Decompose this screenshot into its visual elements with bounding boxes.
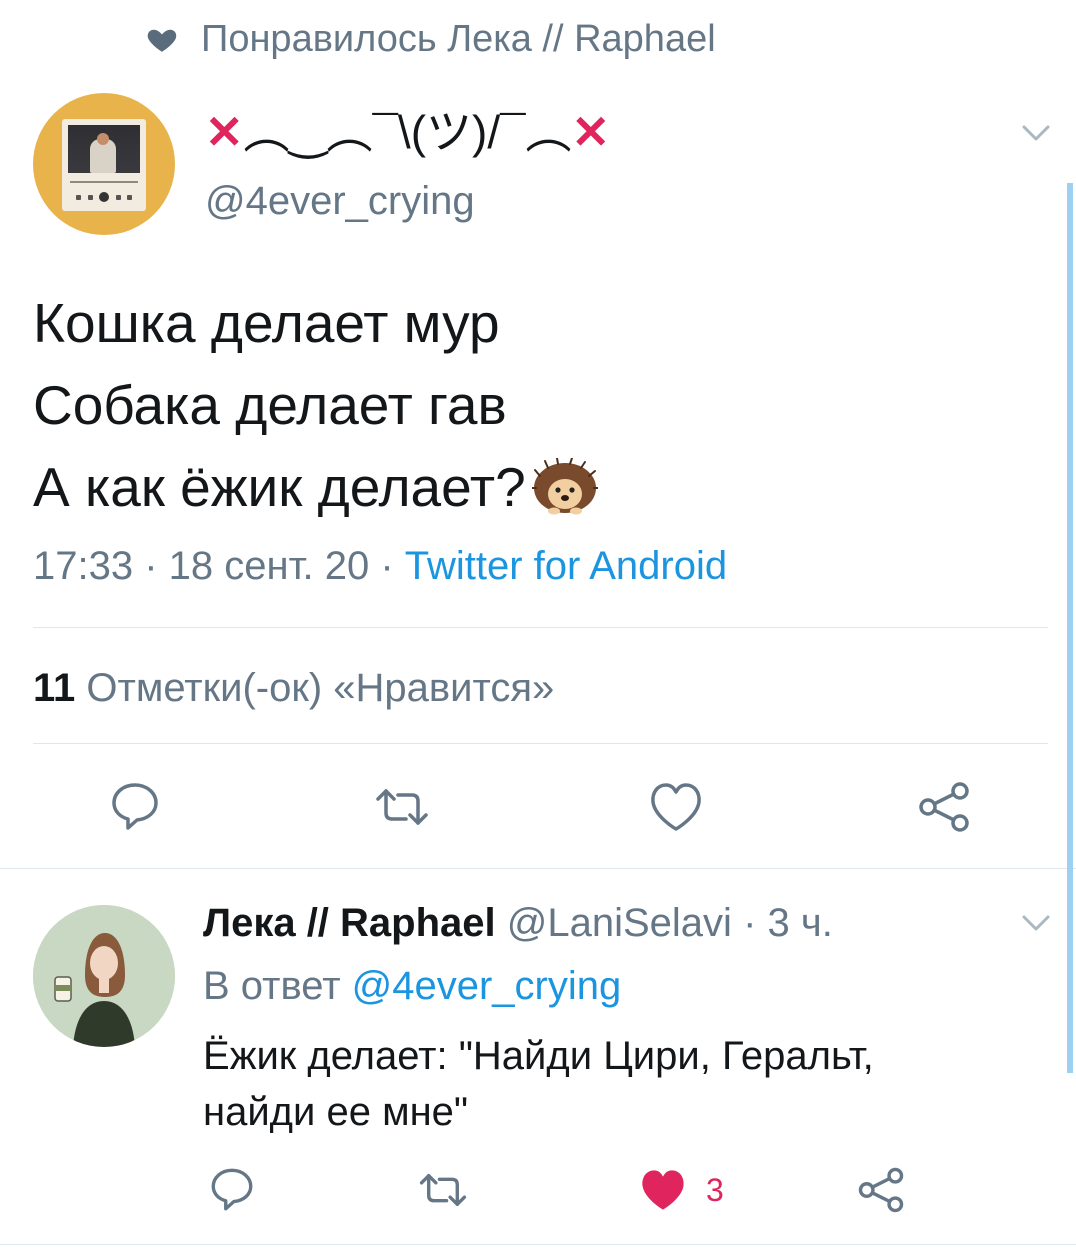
reply-text: Ёжик делает: "Найди Цири, Геральт, найди… xyxy=(203,1028,1023,1140)
reply-icon[interactable] xyxy=(107,779,163,835)
author-avatar[interactable] xyxy=(33,93,175,235)
share-icon[interactable] xyxy=(856,1165,906,1215)
liked-by-row[interactable]: Понравилось Лека // Raphael xyxy=(145,14,716,64)
author-display-name[interactable]: ✕︵‿︵¯\(ツ)/¯︵✕ xyxy=(205,102,610,162)
divider xyxy=(33,743,1048,744)
tweet-client-link[interactable]: Twitter for Android xyxy=(405,544,727,588)
avatar-illustration xyxy=(33,905,175,1047)
reply-like-count: 3 xyxy=(706,1172,724,1208)
reply-header: Лека // Raphael @LaniSelavi · 3 ч. xyxy=(203,901,833,945)
progress-bar xyxy=(70,181,138,183)
hedgehog-emoji xyxy=(531,458,598,515)
share-icon[interactable] xyxy=(916,779,972,835)
tweet-line: Кошка делает мур xyxy=(33,292,500,354)
reply-author-avatar[interactable] xyxy=(33,905,175,1047)
divider xyxy=(33,627,1048,628)
reply-to-mention[interactable]: @4ever_crying xyxy=(352,964,622,1008)
likes-label: Отметки(-ок) «Нравится» xyxy=(86,666,555,710)
tweet-meta: 17:33 · 18 сент. 20 · Twitter for Androi… xyxy=(33,544,728,588)
reply-icon[interactable] xyxy=(207,1165,257,1215)
music-player-avatar xyxy=(62,119,146,211)
display-name-text: ︵‿︵¯\(ツ)/¯︵ xyxy=(243,106,572,158)
avatar-photo xyxy=(68,125,140,173)
tweet-line: Собака делает гав xyxy=(33,374,507,436)
tweet-line-with-emoji: А как ёжик делает? xyxy=(33,446,598,528)
likes-count: 11 xyxy=(33,666,76,710)
reply-text-line: Ёжик делает: "Найди Цири, Геральт, xyxy=(203,1034,874,1078)
reply-author-handle[interactable]: @LaniSelavi xyxy=(507,901,732,945)
reply-author-name[interactable]: Лека // Raphael xyxy=(203,901,496,945)
reply-to-line: В ответ @4ever_crying xyxy=(203,960,621,1012)
chevron-down-icon[interactable] xyxy=(1016,118,1056,148)
retweet-icon[interactable] xyxy=(374,779,430,835)
cross-mark-icon: ✕ xyxy=(205,106,244,158)
tweet-time: 17:33 xyxy=(33,544,134,588)
player-controls xyxy=(76,191,132,203)
tweet-text: Кошка делает мур Собака делает гав А как… xyxy=(33,282,598,528)
heart-icon xyxy=(147,29,177,52)
thread-line xyxy=(1067,183,1073,1073)
like-icon[interactable] xyxy=(648,779,704,835)
tweet-date: 18 сент. 20 xyxy=(168,544,370,588)
likes-count-row[interactable]: 11 Отметки(-ок) «Нравится» xyxy=(33,662,554,714)
cross-mark-icon: ✕ xyxy=(571,106,611,158)
reply-time: 3 ч. xyxy=(767,901,833,945)
liked-by-text: Понравилось Лека // Raphael xyxy=(201,17,716,60)
reply-to-prefix: В ответ xyxy=(203,964,352,1008)
tweet-line: А как ёжик делает? xyxy=(33,456,526,518)
reply-text-line: найди ее мне" xyxy=(203,1090,469,1134)
divider xyxy=(0,868,1076,869)
divider xyxy=(0,1244,1076,1245)
retweet-icon[interactable] xyxy=(418,1165,468,1215)
chevron-down-icon[interactable] xyxy=(1016,908,1056,938)
author-handle[interactable]: @4ever_crying xyxy=(205,175,475,227)
liked-heart-icon[interactable] xyxy=(638,1165,688,1215)
